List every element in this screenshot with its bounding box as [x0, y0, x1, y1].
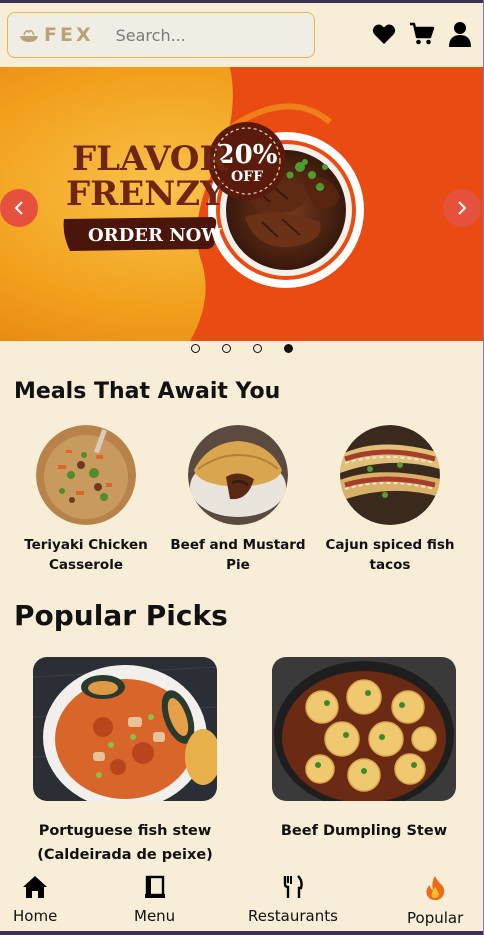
user-icon[interactable] — [447, 21, 473, 47]
app-root: FEX Search... 20% OFF FLAVOR FRENZY ORDE… — [0, 3, 483, 931]
badge-off: OFF — [231, 169, 263, 185]
carousel-dot-3[interactable] — [252, 344, 262, 353]
header-icons — [371, 21, 473, 47]
nav-label: Popular — [407, 909, 464, 927]
meals-section-title: Meals That Await You — [14, 379, 281, 404]
carousel-dots — [0, 344, 483, 353]
menu-icon — [144, 875, 166, 903]
heart-icon[interactable] — [371, 21, 397, 47]
chevron-right-icon — [455, 200, 469, 216]
popular-name: Portuguese fish stew (Caldeirada de peix… — [37, 823, 213, 863]
logo[interactable]: FEX — [18, 24, 94, 46]
order-now-label[interactable]: ORDER NOW — [88, 225, 222, 246]
carousel-dot-1[interactable] — [190, 344, 200, 353]
meal-name: Cajun spiced fish tacos — [325, 537, 455, 573]
banner-next-button[interactable] — [443, 189, 481, 227]
fire-icon — [424, 875, 446, 905]
meal-name: Beef and Mustard Pie — [170, 537, 306, 573]
meal-image — [36, 425, 136, 525]
nav-item-popular[interactable]: Popular — [407, 875, 463, 927]
popular-card[interactable]: Portuguese fish stew (Caldeirada de peix… — [5, 657, 245, 867]
banner-line-1: FLAVOR — [72, 139, 228, 179]
logo-icon — [18, 26, 40, 44]
popular-section-title: Popular Picks — [14, 599, 228, 632]
meal-card[interactable]: Teriyaki Chicken Casserole — [11, 425, 161, 575]
popular-image — [272, 657, 456, 801]
header: FEX — [0, 3, 483, 67]
meal-image — [340, 425, 440, 525]
search-box[interactable]: FEX — [7, 12, 315, 58]
carousel-dot-4[interactable] — [283, 344, 293, 353]
meal-card[interactable]: Cajun spiced fish tacos — [315, 425, 465, 575]
search-input[interactable] — [115, 20, 296, 50]
popular-image — [33, 657, 217, 801]
nav-label: Home — [13, 907, 58, 925]
carousel-dot-2[interactable] — [221, 344, 231, 353]
banner-line-2: FRENZY — [66, 174, 225, 214]
chevron-left-icon — [12, 200, 26, 216]
popular-card[interactable]: Beef Dumpling Stew — [244, 657, 483, 843]
popular-name: Beef Dumpling Stew — [280, 823, 448, 839]
bottom-nav: Home Menu Restaurants Popular — [0, 869, 483, 931]
nav-label: Restaurants — [248, 907, 338, 925]
cart-icon[interactable] — [409, 21, 435, 47]
nav-item-menu[interactable]: Menu — [134, 875, 175, 925]
meal-name: Teriyaki Chicken Casserole — [24, 537, 148, 573]
nav-label: Menu — [134, 907, 176, 925]
nav-item-restaurants[interactable]: Restaurants — [248, 875, 338, 925]
meal-card[interactable]: Beef and Mustard Pie — [163, 425, 313, 575]
home-icon — [22, 875, 48, 903]
logo-text: FEX — [44, 24, 94, 46]
nav-item-home[interactable]: Home — [13, 875, 57, 925]
restaurants-icon — [281, 875, 305, 903]
meal-image — [188, 425, 288, 525]
banner-prev-button[interactable] — [0, 189, 38, 227]
promo-banner[interactable]: 20% OFF FLAVOR FRENZY ORDER NOW — [0, 67, 483, 341]
